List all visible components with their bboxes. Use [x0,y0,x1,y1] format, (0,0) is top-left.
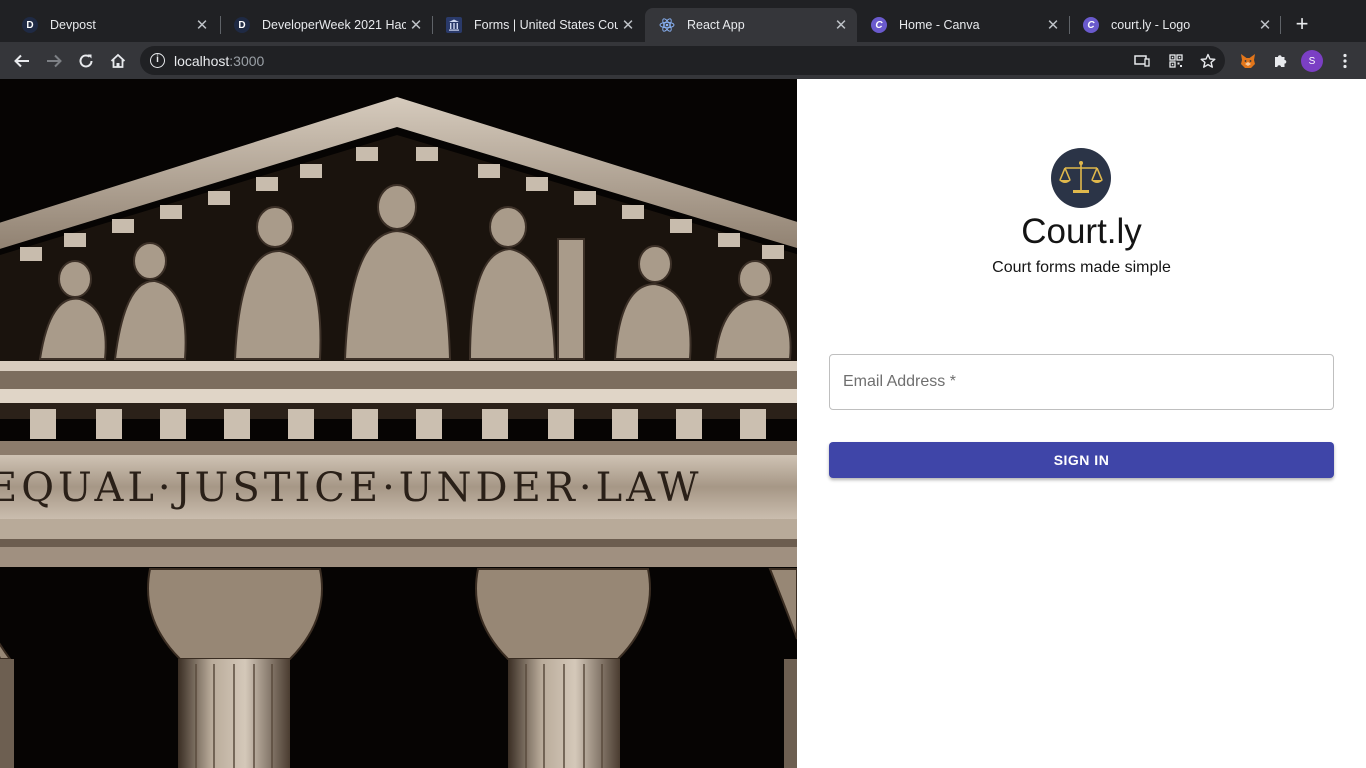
close-icon[interactable]: ✕ [618,16,638,34]
close-icon[interactable]: ✕ [192,16,212,34]
close-icon[interactable]: ✕ [406,16,426,34]
tab-devpost[interactable]: D Devpost ✕ [8,8,218,42]
site-info-icon[interactable]: i [150,53,165,68]
url-port: :3000 [229,53,265,69]
scales-of-justice-icon [1059,161,1103,193]
tagline: Court forms made simple [992,259,1171,276]
tab-title: Forms | United States Cou [474,18,618,32]
back-button[interactable] [8,47,36,75]
sign-in-button[interactable]: SIGN IN [829,442,1334,478]
devpost-favicon-icon: D [22,17,38,33]
tab-canva-home[interactable]: C Home - Canva ✕ [857,8,1069,42]
url-host: localhost [174,53,230,69]
page-viewport: EQUAL·JUSTICE·UNDER·LAW Court.ly Court f… [0,79,1366,768]
tab-title: Home - Canva [899,18,980,32]
close-icon[interactable]: ✕ [1043,16,1063,34]
inscription-text: EQUAL·JUSTICE·UNDER·LAW [0,465,703,511]
close-icon[interactable]: ✕ [831,16,851,34]
react-logo-icon [659,17,675,33]
email-field[interactable] [829,354,1334,410]
home-icon [110,53,126,68]
metamask-extension-button[interactable] [1234,47,1262,75]
address-bar[interactable]: i localhost:3000 [140,46,1225,75]
tab-divider [1280,16,1281,34]
courthouse-favicon-icon [446,17,462,33]
profile-button[interactable]: S [1298,47,1326,75]
cast-icon[interactable] [1133,52,1151,70]
url-text[interactable]: localhost:3000 [174,53,264,69]
tab-forms-uscourts[interactable]: Forms | United States Cou ✕ [432,8,644,42]
brand-title: Court.ly [1021,212,1142,251]
bookmark-star-icon[interactable] [1199,52,1217,70]
canva-favicon-icon: C [871,17,887,33]
reload-icon [79,54,93,68]
metamask-fox-icon [1241,54,1255,68]
avatar: S [1301,50,1323,72]
browser-toolbar: i localhost:3000 S [0,42,1366,79]
tab-react-app[interactable]: React App ✕ [645,8,857,42]
tab-title: court.ly - Logo [1111,18,1191,32]
extensions-button[interactable] [1266,47,1294,75]
back-arrow-icon [14,54,29,68]
tab-title: DeveloperWeek 2021 Hack [262,18,406,32]
tab-courtly-logo[interactable]: C court.ly - Logo ✕ [1069,8,1281,42]
supreme-court-image: EQUAL·JUSTICE·UNDER·LAW [0,79,797,768]
tab-title: React App [687,18,745,32]
tab-developerweek[interactable]: D DeveloperWeek 2021 Hack ✕ [220,8,432,42]
tab-strip: D Devpost ✕ D DeveloperWeek 2021 Hack ✕ … [0,0,1366,42]
forward-button[interactable] [40,47,68,75]
new-tab-button[interactable]: + [1290,12,1314,36]
canva-favicon-icon: C [1083,17,1099,33]
login-panel: Court.ly Court forms made simple SIGN IN [797,79,1366,768]
menu-button[interactable] [1331,47,1359,75]
courtly-logo [1051,148,1111,208]
home-button[interactable] [104,47,132,75]
devpost-favicon-icon: D [234,17,250,33]
reload-button[interactable] [72,47,100,75]
puzzle-icon [1275,55,1287,67]
tab-title: Devpost [50,18,96,32]
close-icon[interactable]: ✕ [1255,16,1275,34]
qr-code-icon[interactable] [1167,52,1185,70]
more-vertical-icon [1343,53,1347,69]
forward-arrow-icon [47,54,62,68]
